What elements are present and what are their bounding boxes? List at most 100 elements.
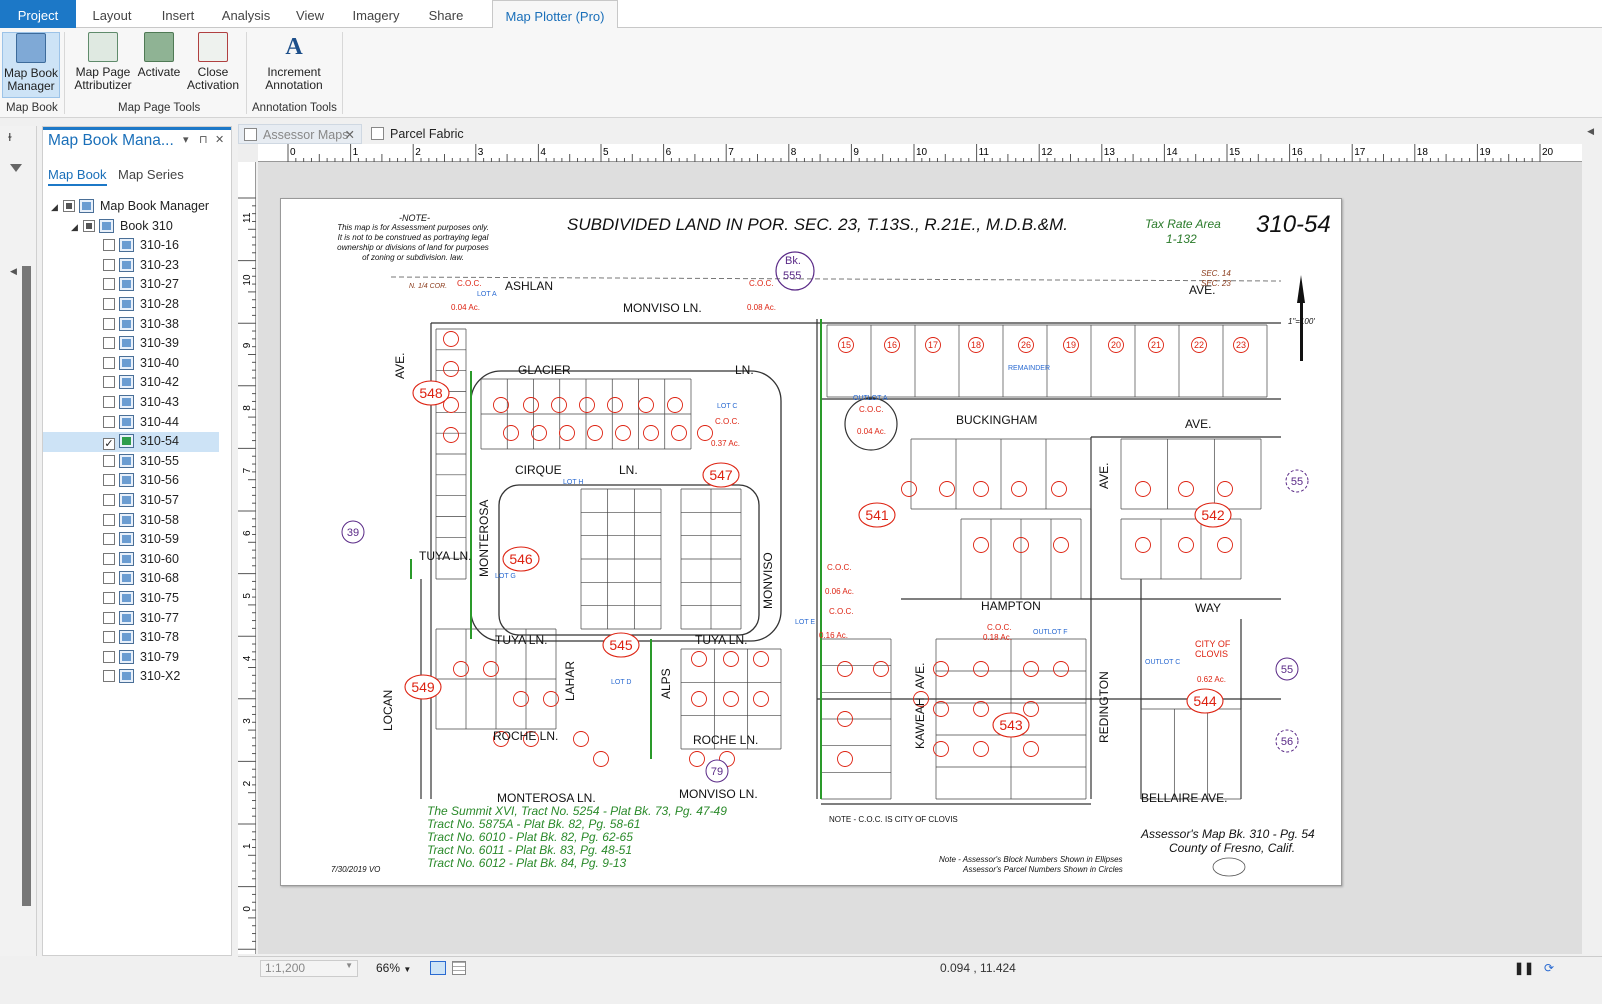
parcel-number-circle — [1053, 661, 1069, 677]
checkbox[interactable] — [103, 670, 115, 683]
tab-parcel-fabric[interactable]: Parcel Fabric — [366, 124, 486, 144]
checkbox[interactable] — [103, 631, 115, 644]
checkbox[interactable] — [103, 572, 115, 585]
tree-page-item[interactable]: 310-57 — [43, 491, 219, 511]
checkbox[interactable] — [103, 611, 115, 624]
checkbox[interactable]: ✓ — [103, 438, 115, 451]
checkbox[interactable] — [103, 474, 115, 487]
collapse-icon[interactable]: ◢ — [71, 218, 83, 238]
pane-close-icon[interactable]: ✕ — [215, 133, 224, 146]
filter-icon[interactable] — [10, 164, 22, 178]
tree-page-item[interactable]: 310-28 — [43, 295, 219, 315]
map-page-icon — [119, 336, 134, 351]
map-page-attributizer-button[interactable]: Map Page Attributizer — [70, 32, 136, 98]
map-page-label: 310-68 — [140, 571, 179, 586]
tab-layout[interactable]: Layout — [80, 0, 144, 28]
layout-canvas[interactable]: 15 16 17 18 26 19 20 21 22 23 548 547 541 542 546 545 54… — [258, 162, 1582, 954]
checkbox[interactable] — [103, 376, 115, 389]
tree-page-item[interactable]: 310-55 — [43, 452, 219, 472]
north-arrow-icon — [1297, 275, 1305, 303]
pane-menu-icon[interactable]: ▾ — [183, 133, 189, 146]
pin-icon[interactable]: ɫ — [8, 132, 12, 144]
checkbox[interactable] — [103, 239, 115, 252]
checkbox[interactable] — [103, 552, 115, 565]
tree-book[interactable]: ◢ Book 310 — [43, 217, 219, 237]
checkbox[interactable] — [103, 650, 115, 663]
refresh-icon[interactable]: ⟳ — [1544, 961, 1554, 975]
tab-list-icon[interactable]: ◀ — [1587, 126, 1594, 137]
scroll-up-icon[interactable]: ◀ — [10, 266, 17, 277]
checkbox[interactable] — [103, 533, 115, 546]
tab-project[interactable]: Project — [0, 0, 76, 28]
checkbox[interactable] — [103, 258, 115, 271]
checkbox[interactable] — [83, 219, 95, 232]
checkbox[interactable] — [103, 592, 115, 604]
tree-page-item[interactable]: 310-56 — [43, 471, 219, 491]
checkbox[interactable] — [103, 454, 115, 467]
scale-selector[interactable]: 1:1,200 ▼ — [260, 960, 358, 977]
checkbox[interactable] — [103, 278, 115, 291]
tree-page-item[interactable]: 310-38 — [43, 315, 219, 335]
tab-view[interactable]: View — [284, 0, 336, 28]
checkbox[interactable] — [63, 200, 75, 212]
tab-imagery[interactable]: Imagery — [340, 0, 412, 28]
tree-root[interactable]: ◢ Map Book Manager — [43, 197, 219, 217]
checkbox[interactable] — [103, 356, 115, 369]
tab-map-plotter[interactable]: Map Plotter (Pro) — [492, 0, 618, 29]
checkbox[interactable] — [103, 337, 115, 350]
tree-page-item[interactable]: 310-79 — [43, 648, 219, 668]
close-activation-button[interactable]: Close Activation — [186, 32, 240, 98]
parcel-number-circle — [1023, 741, 1039, 757]
tree-page-item[interactable]: 310-23 — [43, 256, 219, 276]
tree-page-item[interactable]: 310-16 — [43, 236, 219, 256]
vertical-scrollbar[interactable] — [22, 266, 31, 906]
checkbox[interactable] — [103, 415, 115, 428]
tab-assessor-maps[interactable]: Assessor Maps ✕ — [238, 124, 362, 144]
city-label: CITY OF — [1195, 639, 1231, 649]
tree-page-item[interactable]: ✓ 310-54 — [43, 432, 219, 452]
zoom-selector[interactable]: 66% ▼ — [376, 961, 411, 975]
checkbox[interactable] — [103, 513, 115, 526]
map-page-label: 310-42 — [140, 375, 179, 390]
tree-page-item[interactable]: 310-78 — [43, 628, 219, 648]
increment-annotation-button[interactable]: A Increment Annotation — [258, 32, 330, 98]
tree-page-item[interactable]: 310-X2 — [43, 667, 219, 687]
tree-page-item[interactable]: 310-43 — [43, 393, 219, 413]
subtab-map-series[interactable]: Map Series — [118, 167, 184, 182]
pane-pin-icon[interactable]: ⊓ — [199, 133, 208, 146]
tree-page-item[interactable]: 310-27 — [43, 275, 219, 295]
map-page-label: 310-39 — [140, 336, 179, 351]
checkbox[interactable] — [103, 396, 115, 408]
tree-page-item[interactable]: 310-77 — [43, 609, 219, 629]
tree-page-item[interactable]: 310-75 — [43, 589, 219, 609]
checkbox[interactable] — [103, 317, 115, 330]
tree-page-item[interactable]: 310-39 — [43, 334, 219, 354]
checkbox[interactable] — [103, 494, 115, 506]
tree-page-item[interactable]: 310-60 — [43, 550, 219, 570]
subtab-map-book[interactable]: Map Book — [48, 167, 107, 186]
map-page-label: 310-54 — [140, 434, 179, 449]
checkbox[interactable] — [103, 298, 115, 310]
pause-icon[interactable]: ❚❚ — [1514, 961, 1534, 975]
parcel-number-circle — [973, 701, 989, 717]
tree-page-item[interactable]: 310-59 — [43, 530, 219, 550]
close-tab-icon[interactable]: ✕ — [345, 125, 355, 145]
tab-share[interactable]: Share — [416, 0, 476, 28]
map-book-manager-button[interactable]: Map Book Manager — [2, 32, 60, 98]
tree-page-item[interactable]: 310-40 — [43, 354, 219, 374]
tab-analysis[interactable]: Analysis — [212, 0, 280, 28]
cursor-coordinates: 0.094 , 11.424 — [940, 961, 1016, 975]
tree-page-item[interactable]: 310-44 — [43, 413, 219, 433]
tree-page-item[interactable]: 310-68 — [43, 569, 219, 589]
coc-label: C.O.C. — [749, 279, 774, 288]
activate-button[interactable]: Activate — [136, 32, 182, 98]
snapping-icon[interactable] — [430, 961, 446, 975]
collapse-icon[interactable]: ◢ — [51, 198, 63, 218]
map-page[interactable]: 15 16 17 18 26 19 20 21 22 23 548 547 541 542 546 545 54… — [280, 198, 1342, 886]
tree-root-label: Map Book Manager — [100, 199, 210, 213]
grid-icon[interactable] — [452, 961, 466, 975]
ruler-label: 10 — [242, 274, 253, 286]
tree-page-item[interactable]: 310-42 — [43, 373, 219, 393]
tree-page-item[interactable]: 310-58 — [43, 511, 219, 531]
tab-insert[interactable]: Insert — [148, 0, 208, 28]
